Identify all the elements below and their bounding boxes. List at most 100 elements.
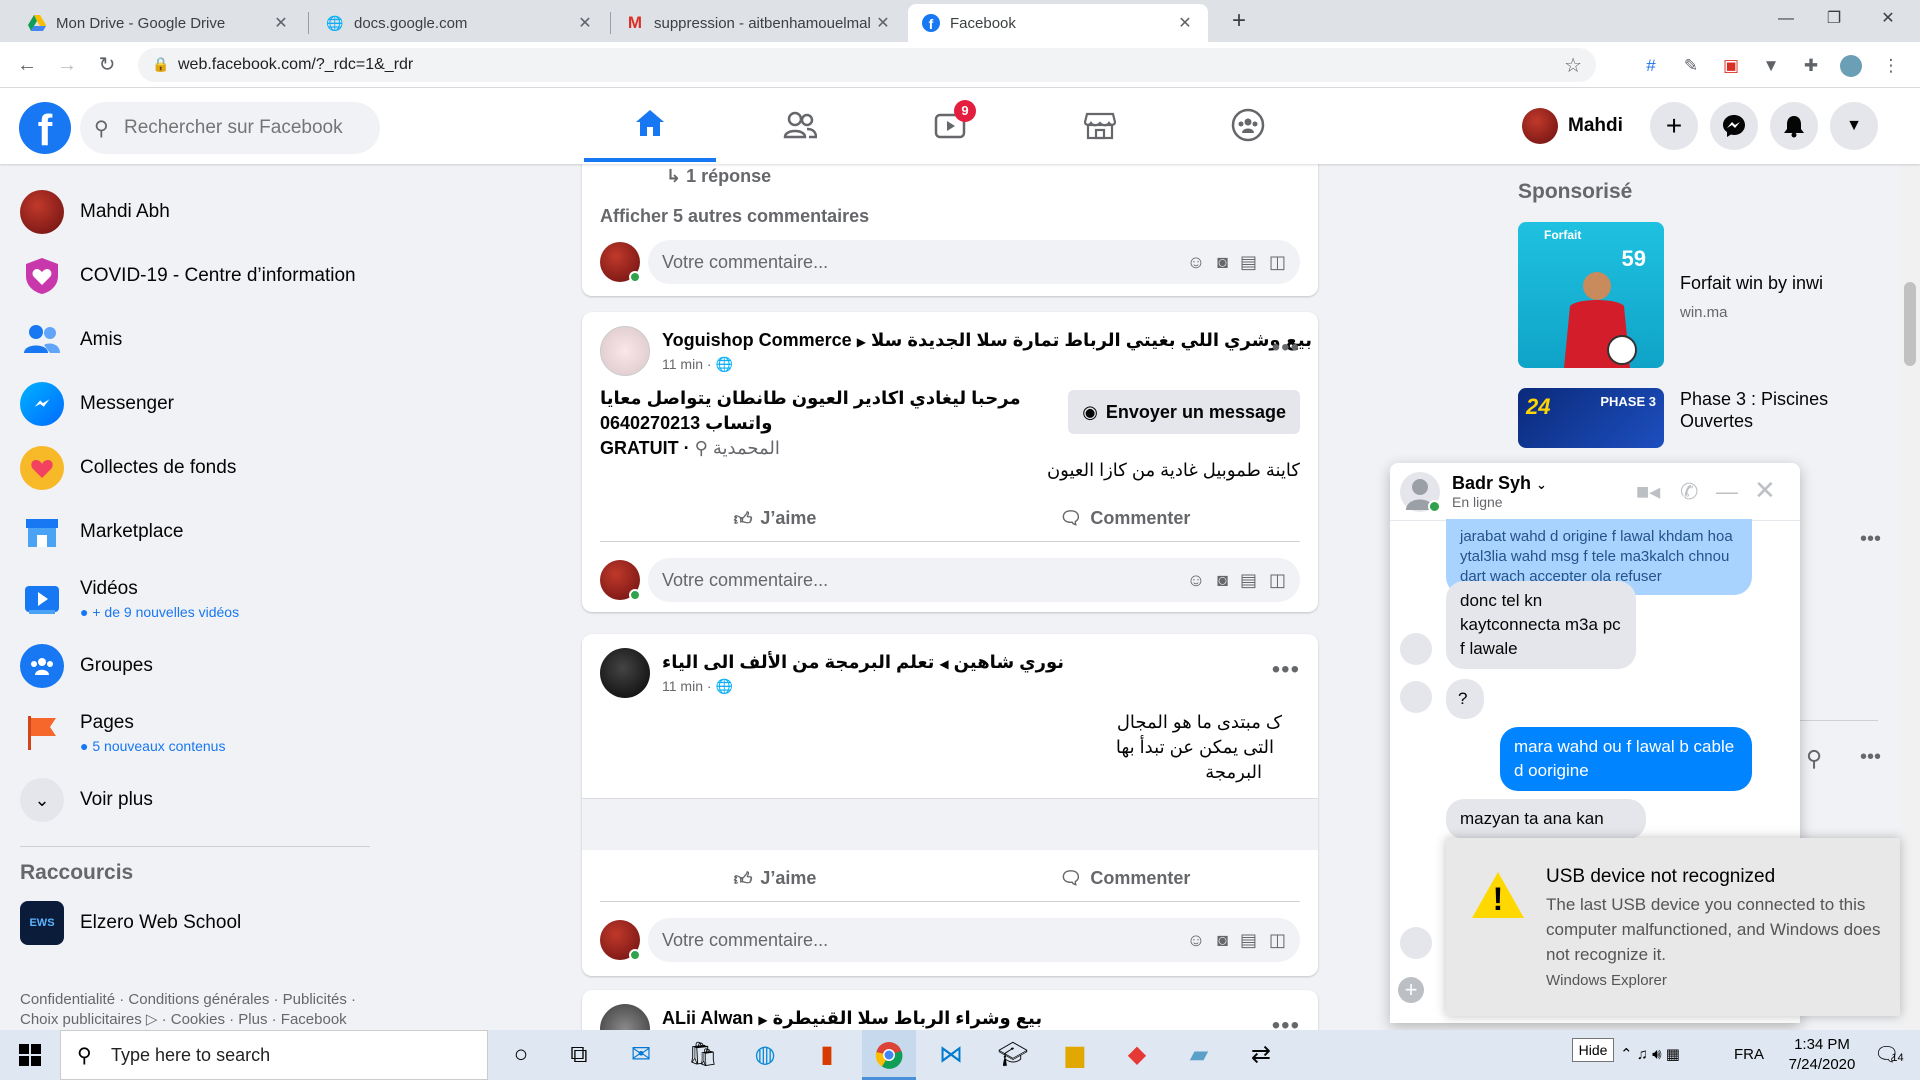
close-chat-icon[interactable]: ✕ xyxy=(1754,475,1776,506)
new-tab-button[interactable]: + xyxy=(1223,6,1255,38)
post-time[interactable]: 11 min · 🌐 xyxy=(662,356,733,373)
reply-link[interactable]: ↳ 1 réponse xyxy=(666,166,771,187)
extension-grid-icon[interactable]: # xyxy=(1640,55,1662,77)
taskbar-search[interactable]: ⚲ Type here to search xyxy=(60,1030,488,1080)
add-attachment-icon[interactable]: + xyxy=(1398,977,1424,1003)
post-author[interactable]: Yoguishop Commerce ▶ بيع وشري اللي بغيتي… xyxy=(662,330,1312,351)
minimize-chat-icon[interactable]: — xyxy=(1716,479,1738,505)
sidebar-item-fundraisers[interactable]: Collectes de fonds xyxy=(10,436,380,500)
tab-facebook[interactable]: f Facebook ✕ xyxy=(908,4,1208,42)
camera-icon[interactable]: ◙ xyxy=(1217,930,1228,951)
close-icon[interactable]: ✕ xyxy=(576,13,594,33)
phone-call-icon[interactable]: ✆ xyxy=(1680,479,1698,505)
shortcut-item[interactable]: EWS Elzero Web School xyxy=(10,891,380,955)
page-scrollbar[interactable] xyxy=(1900,164,1920,1030)
bookmark-star-icon[interactable]: ☆ xyxy=(1564,53,1582,78)
close-icon[interactable]: ✕ xyxy=(874,13,892,33)
create-plus-button[interactable]: + xyxy=(1650,102,1698,150)
nav-friends[interactable] xyxy=(734,88,866,162)
comment-button[interactable]: 🗨︎ Commenter xyxy=(950,856,1300,901)
more-comments-link[interactable]: Afficher 5 autres commentaires xyxy=(600,206,869,227)
sponsored-ad[interactable]: Forfait 59 Forfait win by inwi win.ma xyxy=(1518,222,1898,368)
chat-scrollbar[interactable] xyxy=(1786,529,1794,859)
restore-icon[interactable]: ❐ xyxy=(1806,0,1862,40)
post-author[interactable]: نوري شاهين ◀ تعلم البرمجة من الألف الى ا… xyxy=(662,652,1064,673)
store-icon[interactable]: 🛍︎ xyxy=(676,1030,730,1080)
forward-arrow-icon[interactable]: → xyxy=(52,50,82,80)
sticker-icon[interactable]: ◫ xyxy=(1269,252,1286,273)
camera-icon[interactable]: ◙ xyxy=(1217,252,1228,273)
extension-video-icon[interactable]: ▣ xyxy=(1720,55,1742,77)
sidebar-item-groups[interactable]: Groupes xyxy=(10,634,380,698)
post-author[interactable]: ALii Alwan ▶ بيع وشراء الرباط سلا القنيط… xyxy=(662,1008,1042,1029)
like-button[interactable]: 👍︎ J’aime xyxy=(600,856,950,901)
close-icon[interactable]: ✕ xyxy=(1176,13,1194,33)
windows-start-icon[interactable] xyxy=(0,1030,60,1080)
footer-links[interactable]: Confidentialité · Conditions générales ·… xyxy=(20,990,390,1030)
vscode-icon[interactable]: ⋈ xyxy=(924,1030,978,1080)
more-options-icon[interactable]: ••• xyxy=(1860,528,1881,551)
emoji-icon[interactable]: ☺ xyxy=(1187,570,1205,591)
extension-eyedropper-icon[interactable]: ✎ xyxy=(1680,55,1702,77)
gif-icon[interactable]: ▤ xyxy=(1240,252,1257,273)
comment-input[interactable]: Votre commentaire... ☺ ◙ ▤ ◫ xyxy=(648,558,1300,602)
language-indicator[interactable]: FRA xyxy=(1734,1030,1764,1080)
close-window-icon[interactable]: ✕ xyxy=(1860,0,1916,40)
scrollbar-thumb[interactable] xyxy=(1904,282,1916,366)
account-menu-button[interactable]: ▼ xyxy=(1830,102,1878,150)
gif-icon[interactable]: ▤ xyxy=(1240,570,1257,591)
messenger-button[interactable] xyxy=(1710,102,1758,150)
more-options-icon[interactable]: ••• xyxy=(1860,746,1881,769)
app-icon[interactable]: ▰ xyxy=(1172,1030,1226,1080)
sidebar-item-marketplace[interactable]: Marketplace xyxy=(10,500,380,564)
gif-icon[interactable]: ▤ xyxy=(1240,930,1257,951)
graduation-cap-icon[interactable]: 🎓︎ xyxy=(986,1030,1040,1080)
clock[interactable]: 1:34 PM 7/24/2020 xyxy=(1776,1030,1868,1080)
sidebar-item-profile[interactable]: Mahdi Abh xyxy=(10,180,380,244)
avatar[interactable] xyxy=(600,326,650,376)
tab-docs[interactable]: 🌐 docs.google.com ✕ xyxy=(312,4,608,42)
sponsored-ad[interactable]: 24 PHASE 3 Phase 3 : Piscines Ouvertes xyxy=(1518,388,1898,448)
nav-groups[interactable] xyxy=(1182,88,1314,162)
tab-gmail[interactable]: M suppression - aitbenhamouelmal ✕ xyxy=(612,4,906,42)
notifications-button[interactable] xyxy=(1770,102,1818,150)
chat-header[interactable]: Badr Syh ⌄ En ligne ■◂ ✆ — ✕ xyxy=(1390,463,1800,521)
facebook-search[interactable]: ⚲ xyxy=(80,102,380,154)
emoji-icon[interactable]: ☺ xyxy=(1187,930,1205,951)
edge-icon[interactable]: ◍ xyxy=(738,1030,792,1080)
comment-button[interactable]: 🗨︎ Commenter xyxy=(950,496,1300,541)
sidebar-item-videos[interactable]: Vidéos ● + de 9 nouvelles vidéos xyxy=(10,564,380,634)
close-icon[interactable]: ✕ xyxy=(272,13,290,33)
facebook-logo-icon[interactable]: f xyxy=(19,102,71,155)
sticker-icon[interactable]: ◫ xyxy=(1269,570,1286,591)
cortana-icon[interactable]: ○ xyxy=(494,1030,548,1080)
windows-notification[interactable]: ! USB device not recognized The last USB… xyxy=(1446,838,1900,1016)
emoji-icon[interactable]: ☺ xyxy=(1187,252,1205,273)
address-bar[interactable]: 🔒 web.facebook.com/?_rdc=1&_rdr ☆ xyxy=(138,48,1596,82)
like-button[interactable]: 👍︎ J’aime xyxy=(600,496,950,541)
action-center-icon[interactable]: 🗨︎14 xyxy=(1874,1030,1904,1080)
extension-v-icon[interactable]: ▼ xyxy=(1760,55,1782,77)
sidebar-item-pages[interactable]: Pages ● 5 nouveaux contenus xyxy=(10,698,380,768)
comment-input[interactable]: Votre commentaire... ☺ ◙ ▤ ◫ xyxy=(648,240,1300,284)
nav-marketplace[interactable] xyxy=(1034,88,1166,162)
video-call-icon[interactable]: ■◂ xyxy=(1636,479,1660,505)
tab-google-drive[interactable]: Mon Drive - Google Drive ✕ xyxy=(14,4,304,42)
tray-icons[interactable]: ⌃ ♫ 🔊︎ ▦ xyxy=(1620,1030,1680,1080)
nav-home[interactable] xyxy=(584,88,716,162)
profile-chip[interactable]: Mahdi xyxy=(1522,106,1623,146)
send-message-button[interactable]: ◉ Envoyer un message xyxy=(1068,390,1300,434)
sync-icon[interactable]: ⇄ xyxy=(1234,1030,1288,1080)
comment-input[interactable]: Votre commentaire... ☺ ◙ ▤ ◫ xyxy=(648,918,1300,962)
mail-icon[interactable]: ✉ xyxy=(614,1030,668,1080)
more-options-icon[interactable]: ••• xyxy=(1272,334,1300,362)
avatar[interactable] xyxy=(600,648,650,698)
reload-icon[interactable]: ↻ xyxy=(92,50,122,80)
menu-kebab-icon[interactable]: ⋮ xyxy=(1880,55,1902,77)
more-options-icon[interactable]: ••• xyxy=(1272,656,1300,684)
extensions-puzzle-icon[interactable]: ✚ xyxy=(1800,55,1822,77)
back-arrow-icon[interactable]: ← xyxy=(12,50,42,80)
chat-contact-name[interactable]: Badr Syh ⌄ xyxy=(1452,473,1547,494)
anydesk-icon[interactable]: ◆ xyxy=(1110,1030,1164,1080)
search-icon[interactable]: ⚲ xyxy=(1806,746,1822,772)
